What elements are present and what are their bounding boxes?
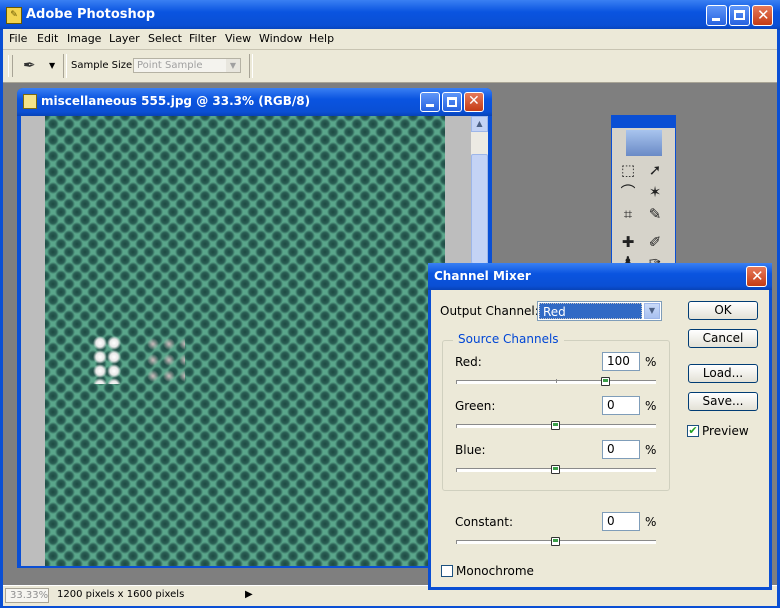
blue-percent: % <box>645 443 657 457</box>
menu-filter[interactable]: Filter <box>189 32 216 45</box>
constant-value-input[interactable]: 0 <box>602 512 640 531</box>
image-highlight <box>93 336 121 384</box>
source-channels-label: Source Channels <box>453 332 564 346</box>
close-icon: ✕ <box>468 93 480 109</box>
constant-percent: % <box>645 515 657 529</box>
red-slider-center-tick <box>556 379 557 383</box>
healing-brush-tool-icon[interactable]: ✚ <box>616 231 640 253</box>
eyedropper-icon[interactable]: ✒ <box>23 56 36 74</box>
document-info: 1200 pixels x 1600 pixels <box>57 589 185 600</box>
ok-button[interactable]: OK <box>688 301 758 320</box>
blue-label: Blue: <box>455 443 486 457</box>
options-grip <box>8 55 13 77</box>
menu-window[interactable]: Window <box>259 32 302 45</box>
red-value-input[interactable]: 100 <box>602 352 640 371</box>
sample-size-value: Point Sample <box>137 60 203 71</box>
doc-minimize-button[interactable] <box>420 92 440 112</box>
sample-size-select[interactable]: Point Sample ▼ <box>133 58 241 73</box>
crop-tool-icon[interactable]: ⌗ <box>616 203 640 225</box>
load-button[interactable]: Load... <box>688 364 758 383</box>
minimize-icon <box>426 104 434 107</box>
status-menu-arrow-icon[interactable]: ▶ <box>245 589 253 600</box>
tool-preset-arrow-icon[interactable]: ▼ <box>49 61 55 70</box>
document-icon <box>23 94 37 109</box>
dialog-title: Channel Mixer <box>434 269 531 283</box>
monochrome-checkbox[interactable] <box>441 565 453 577</box>
brush-tool-icon[interactable]: ✐ <box>643 231 667 253</box>
minimize-button[interactable] <box>706 5 727 26</box>
chevron-down-icon[interactable]: ▼ <box>644 303 660 319</box>
dialog-close-button[interactable]: ✕ <box>746 266 767 287</box>
document-window: miscellaneous 555.jpg @ 33.3% (RGB/8) ✕ … <box>17 88 492 568</box>
red-slider-thumb[interactable] <box>600 377 610 386</box>
scrollbar-thumb[interactable] <box>471 154 488 264</box>
feather-logo-icon[interactable] <box>626 130 662 156</box>
menu-file[interactable]: File <box>9 32 27 45</box>
close-button[interactable]: ✕ <box>752 5 773 26</box>
minimize-icon <box>712 18 720 21</box>
zoom-field[interactable]: 33.33% <box>5 588 49 603</box>
maximize-icon <box>447 97 457 107</box>
menu-edit[interactable]: Edit <box>37 32 58 45</box>
menu-bar: File Edit Image Layer Select Filter View… <box>3 29 777 50</box>
image-highlight-pink <box>145 336 185 384</box>
preview-label[interactable]: Preview <box>702 424 749 438</box>
blue-value-input[interactable]: 0 <box>602 440 640 459</box>
green-value-input[interactable]: 0 <box>602 396 640 415</box>
options-divider-2 <box>249 54 253 78</box>
options-bar: ✒ ▼ Sample Size: Point Sample ▼ <box>3 50 777 83</box>
app-title-bar[interactable]: ✎ Adobe Photoshop ✕ <box>0 0 780 30</box>
tools-palette-header[interactable] <box>612 116 675 128</box>
output-channel-label: Output Channel: <box>440 304 539 318</box>
red-percent: % <box>645 355 657 369</box>
document-image[interactable] <box>45 116 445 566</box>
menu-help[interactable]: Help <box>309 32 334 45</box>
doc-maximize-button[interactable] <box>442 92 462 112</box>
slice-tool-icon[interactable]: ✎ <box>643 203 667 225</box>
green-slider-thumb[interactable] <box>551 421 560 430</box>
menu-view[interactable]: View <box>225 32 251 45</box>
green-label: Green: <box>455 399 496 413</box>
magic-wand-tool-icon[interactable]: ✶ <box>643 181 667 203</box>
blue-slider-thumb[interactable] <box>551 465 560 474</box>
options-divider <box>63 54 67 78</box>
channel-mixer-dialog: Channel Mixer ✕ Output Channel: Red ▼ So… <box>428 263 772 590</box>
menu-layer[interactable]: Layer <box>109 32 140 45</box>
save-button[interactable]: Save... <box>688 392 758 411</box>
menu-select[interactable]: Select <box>148 32 182 45</box>
red-label: Red: <box>455 355 482 369</box>
dialog-title-bar[interactable]: Channel Mixer ✕ <box>428 263 772 290</box>
monochrome-label[interactable]: Monochrome <box>456 564 534 578</box>
lasso-tool-icon[interactable]: ⌒ <box>616 181 640 203</box>
maximize-icon <box>734 10 745 20</box>
chevron-down-icon: ▼ <box>226 59 240 72</box>
doc-close-button[interactable]: ✕ <box>464 92 484 112</box>
cancel-button[interactable]: Cancel <box>688 329 758 348</box>
preview-checkbox[interactable]: ✔ <box>687 425 699 437</box>
app-title: Adobe Photoshop <box>26 7 156 22</box>
document-title-bar[interactable]: miscellaneous 555.jpg @ 33.3% (RGB/8) ✕ <box>17 88 492 116</box>
close-icon: ✕ <box>757 6 770 24</box>
document-title: miscellaneous 555.jpg @ 33.3% (RGB/8) <box>41 94 311 108</box>
scroll-up-icon[interactable]: ▲ <box>471 116 488 132</box>
output-channel-value: Red <box>539 303 642 319</box>
menu-image[interactable]: Image <box>67 32 101 45</box>
marquee-tool-icon[interactable]: ⬚ <box>616 159 640 181</box>
constant-slider-thumb[interactable] <box>551 537 560 546</box>
tools-palette: ⬚ ➚ ⌒ ✶ ⌗ ✎ ✚ ✐ ♟ ✑ <box>611 115 676 272</box>
photoshop-app-icon: ✎ <box>6 7 22 24</box>
sample-size-label: Sample Size: <box>71 60 136 71</box>
green-percent: % <box>645 399 657 413</box>
constant-label: Constant: <box>455 515 513 529</box>
move-tool-icon[interactable]: ➚ <box>643 159 667 181</box>
close-icon: ✕ <box>751 267 764 285</box>
maximize-button[interactable] <box>729 5 750 26</box>
output-channel-select[interactable]: Red ▼ <box>537 301 662 321</box>
